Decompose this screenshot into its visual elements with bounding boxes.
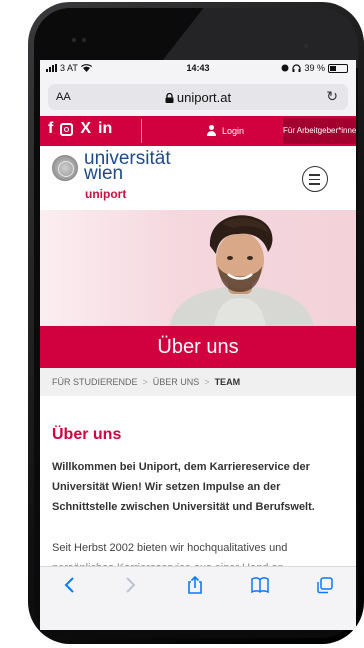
- bookmarks-icon[interactable]: [250, 576, 270, 594]
- breadcrumb-item[interactable]: FÜR STUDIERENDE: [52, 377, 138, 387]
- logo-uniport[interactable]: uniport: [85, 187, 126, 201]
- forward-icon[interactable]: [120, 576, 140, 594]
- social-links: f X in: [48, 120, 112, 138]
- body-paragraph: Seit Herbst 2002 bieten wir hochqualitat…: [52, 542, 288, 554]
- page-banner-title: Über uns: [40, 326, 356, 368]
- intro-text: Willkommen bei Uniport, dem Karriereserv…: [52, 461, 315, 513]
- breadcrumb-current: TEAM: [214, 377, 241, 387]
- hero-image: [40, 210, 356, 326]
- chevron-right-icon: >: [142, 377, 148, 387]
- employer-link[interactable]: Für Arbeitgeber*innen: [283, 118, 356, 144]
- site-header: universität wien uniport: [40, 146, 356, 210]
- headphones-icon: [292, 64, 302, 72]
- tabs-icon[interactable]: [315, 576, 335, 594]
- lock-icon: [165, 92, 174, 103]
- home-indicator-area: [40, 602, 356, 630]
- breadcrumb-item[interactable]: ÜBER UNS: [153, 377, 200, 387]
- url-field[interactable]: AA uniport.at ↻: [48, 84, 348, 110]
- status-bar: 3 AT 14:43 39 %: [40, 60, 356, 76]
- body-paragraph-cut: persönliches Karriereservice aus einer H…: [52, 558, 346, 566]
- hamburger-menu-icon[interactable]: [302, 166, 328, 192]
- chevron-right-icon: >: [204, 377, 210, 387]
- university-seal-icon[interactable]: [52, 155, 78, 181]
- phone-screen: 3 AT 14:43 39 % AA uniport.at ↻ f X in L…: [40, 60, 356, 630]
- user-icon: [206, 125, 217, 136]
- instagram-icon[interactable]: [60, 123, 74, 136]
- page-heading: Über uns: [52, 426, 122, 443]
- facebook-icon[interactable]: f: [48, 120, 53, 138]
- browser-address-bar: AA uniport.at ↻: [40, 76, 356, 116]
- divider: [141, 119, 142, 143]
- login-label: Login: [222, 125, 245, 136]
- camera-dot: [304, 44, 308, 48]
- browser-toolbar: [40, 566, 356, 603]
- battery-icon: [328, 63, 348, 73]
- screen-glare: [156, 8, 358, 68]
- back-icon[interactable]: [60, 576, 80, 594]
- battery-percentage: 39 %: [304, 63, 325, 73]
- sensor-dots: [72, 38, 86, 42]
- reload-icon[interactable]: ↻: [326, 88, 338, 105]
- login-link[interactable]: Login: [206, 125, 244, 136]
- linkedin-icon[interactable]: in: [98, 120, 112, 138]
- person-photo: [170, 215, 314, 326]
- alarm-icon: [281, 64, 289, 72]
- url-display[interactable]: uniport.at: [48, 90, 348, 105]
- logo-wien[interactable]: wien: [84, 164, 123, 183]
- xing-icon[interactable]: X: [80, 120, 91, 138]
- url-text: uniport.at: [176, 90, 232, 105]
- top-bar: f X in Login Für Arbeitgeber*innen: [40, 116, 356, 146]
- share-icon[interactable]: [185, 576, 205, 594]
- breadcrumb: FÜR STUDIERENDE > ÜBER UNS > TEAM: [40, 368, 356, 396]
